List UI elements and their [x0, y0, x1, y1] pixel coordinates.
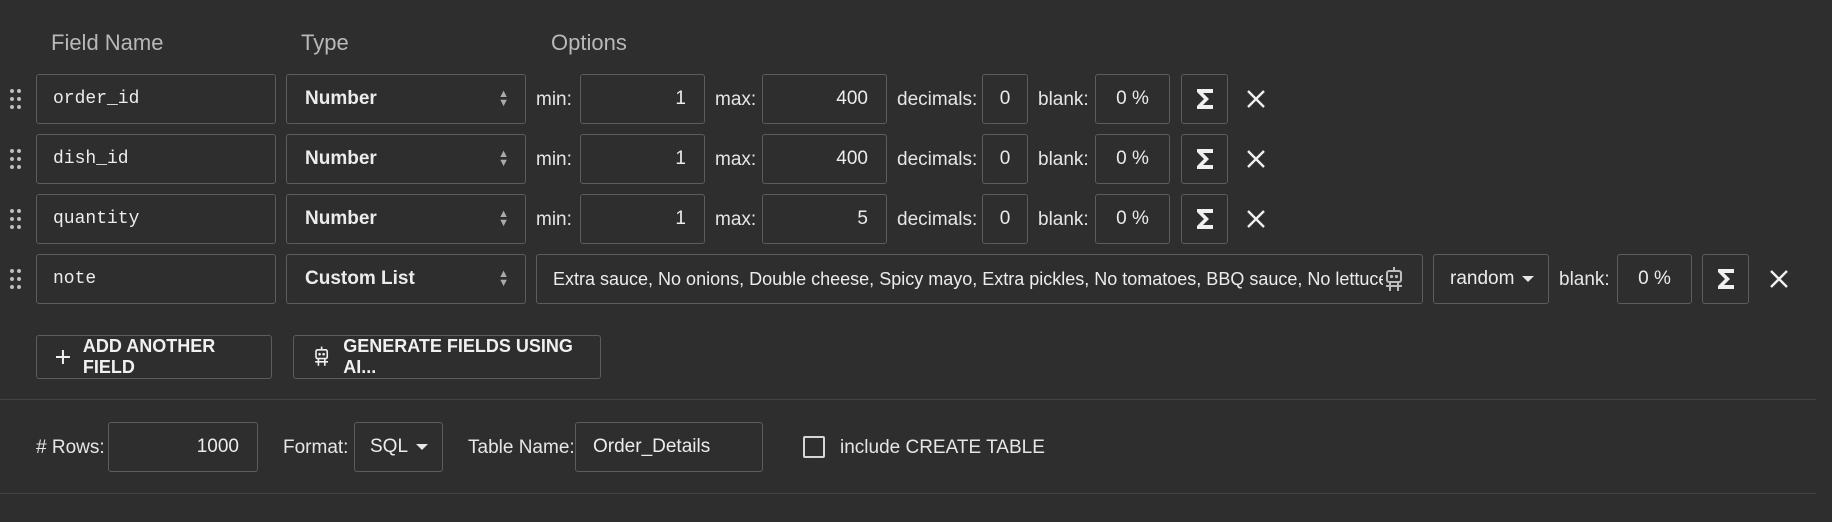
- rows-label: # Rows:: [36, 437, 105, 458]
- generate-fields-ai-button[interactable]: GENERATE FIELDS USING AI...: [293, 335, 601, 379]
- min-label: min:: [536, 209, 572, 230]
- min-label: min:: [536, 149, 572, 170]
- field-name-input[interactable]: note: [36, 254, 276, 304]
- include-create-table-checkbox[interactable]: [803, 436, 825, 458]
- decimals-label: decimals:: [897, 89, 978, 110]
- order-mode-select[interactable]: random: [1433, 254, 1549, 304]
- blank-input[interactable]: 0 %: [1617, 254, 1692, 304]
- custom-list-values: Extra sauce, No onions, Double cheese, S…: [553, 268, 1383, 289]
- type-select-value: Number: [305, 88, 377, 109]
- include-create-table-label: include CREATE TABLE: [840, 437, 1045, 458]
- field-name-input[interactable]: dish_id: [36, 134, 276, 184]
- blank-label: blank:: [1559, 269, 1610, 290]
- divider: [0, 399, 1816, 400]
- type-select[interactable]: Number ▲ ▼: [286, 194, 526, 244]
- generate-fields-ai-label: GENERATE FIELDS USING AI...: [343, 336, 573, 377]
- type-header: Type: [301, 30, 349, 55]
- order-mode-value: random: [1450, 268, 1515, 289]
- field-name-input[interactable]: order_id: [36, 74, 276, 124]
- decimals-input[interactable]: 0: [982, 194, 1028, 244]
- type-select-value: Number: [305, 148, 377, 169]
- chevron-updown-icon: ▲ ▼: [498, 148, 509, 169]
- sigma-icon[interactable]: [1181, 194, 1228, 244]
- close-icon[interactable]: [1759, 259, 1799, 299]
- type-select-value: Number: [305, 208, 377, 229]
- type-select[interactable]: Number ▲ ▼: [286, 134, 526, 184]
- decimals-label: decimals:: [897, 149, 978, 170]
- format-value: SQL: [370, 436, 409, 457]
- field-name-input[interactable]: quantity: [36, 194, 276, 244]
- options-header: Options: [551, 30, 627, 55]
- drag-handle-icon[interactable]: [10, 209, 22, 229]
- decimals-label: decimals:: [897, 209, 978, 230]
- decimals-input[interactable]: 0: [982, 74, 1028, 124]
- blank-label: blank:: [1038, 209, 1089, 230]
- robot-icon: [315, 346, 329, 366]
- chevron-updown-icon: ▲ ▼: [498, 208, 509, 229]
- min-input[interactable]: 1: [580, 74, 705, 124]
- decimals-input[interactable]: 0: [982, 134, 1028, 184]
- format-select[interactable]: SQL: [354, 422, 443, 472]
- max-label: max:: [715, 149, 757, 170]
- caret-down-icon: [416, 444, 429, 450]
- sigma-icon[interactable]: [1702, 254, 1749, 304]
- sigma-icon[interactable]: [1181, 74, 1228, 124]
- add-another-field-label: ADD ANOTHER FIELD: [82, 336, 216, 377]
- robot-icon[interactable]: [1382, 267, 1406, 293]
- blank-label: blank:: [1038, 149, 1089, 170]
- field-name-header: Field Name: [51, 30, 164, 55]
- max-label: max:: [715, 89, 757, 110]
- drag-handle-icon[interactable]: [10, 269, 22, 289]
- type-select[interactable]: Number ▲ ▼: [286, 74, 526, 124]
- drag-handle-icon[interactable]: [10, 89, 22, 109]
- table-name-input[interactable]: Order_Details: [575, 422, 763, 472]
- max-input[interactable]: 400: [762, 74, 887, 124]
- type-select[interactable]: Custom List ▲ ▼: [286, 254, 526, 304]
- rows-input[interactable]: 1000: [108, 422, 258, 472]
- close-icon[interactable]: [1236, 199, 1276, 239]
- blank-label: blank:: [1038, 89, 1089, 110]
- chevron-updown-icon: ▲ ▼: [498, 268, 509, 289]
- drag-handle-icon[interactable]: [10, 149, 22, 169]
- blank-input[interactable]: 0 %: [1095, 74, 1170, 124]
- divider: [0, 493, 1816, 494]
- blank-input[interactable]: 0 %: [1095, 194, 1170, 244]
- close-icon[interactable]: [1236, 79, 1276, 119]
- blank-input[interactable]: 0 %: [1095, 134, 1170, 184]
- close-icon[interactable]: [1236, 139, 1276, 179]
- plus-icon: [55, 350, 70, 364]
- chevron-updown-icon: ▲ ▼: [498, 88, 509, 109]
- max-label: max:: [715, 209, 757, 230]
- min-input[interactable]: 1: [580, 194, 705, 244]
- min-input[interactable]: 1: [580, 134, 705, 184]
- add-another-field-button[interactable]: ADD ANOTHER FIELD: [36, 335, 272, 379]
- sigma-icon[interactable]: [1181, 134, 1228, 184]
- custom-list-input[interactable]: Extra sauce, No onions, Double cheese, S…: [536, 254, 1423, 304]
- min-label: min:: [536, 89, 572, 110]
- max-input[interactable]: 5: [762, 194, 887, 244]
- type-select-value: Custom List: [305, 268, 415, 289]
- caret-down-icon: [1522, 276, 1535, 282]
- table-name-label: Table Name:: [468, 437, 575, 458]
- max-input[interactable]: 400: [762, 134, 887, 184]
- format-label: Format:: [283, 437, 349, 458]
